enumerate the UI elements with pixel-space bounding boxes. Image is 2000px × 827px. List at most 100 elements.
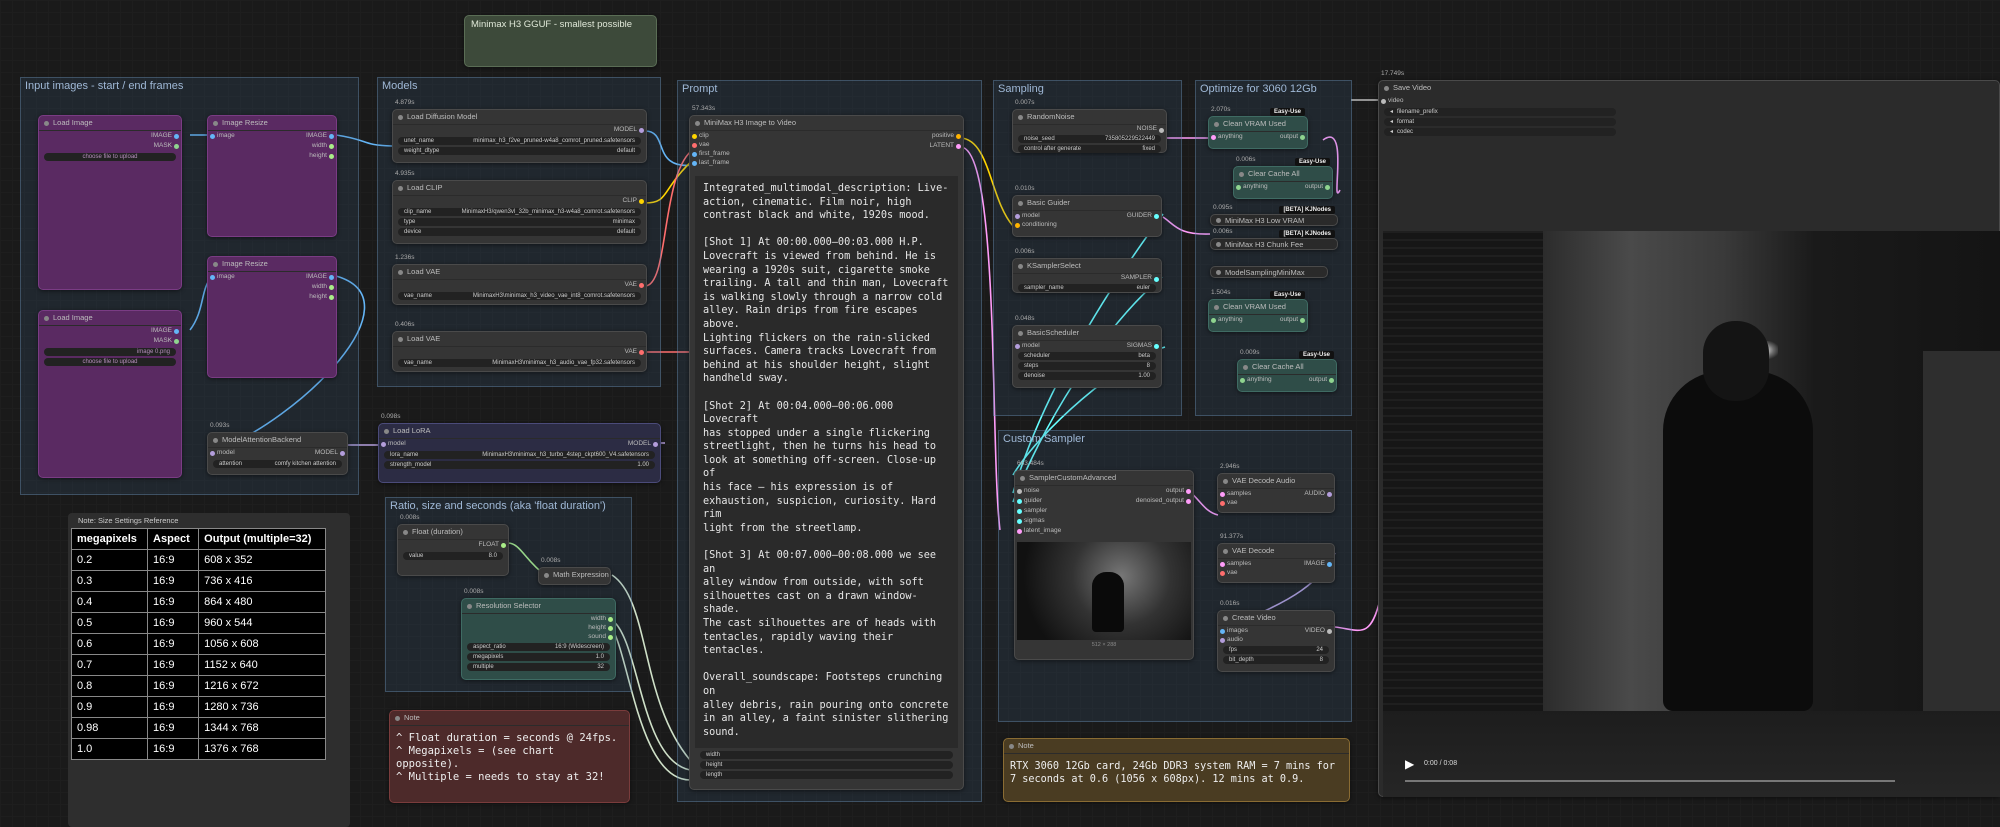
slot-pin-icon[interactable]	[956, 144, 961, 149]
input-images[interactable]: images VIDEO	[1218, 626, 1334, 635]
play-icon[interactable]: ▶	[1405, 757, 1414, 771]
multiple-widget[interactable]: multiple 32	[467, 663, 610, 671]
video-scrubber[interactable]	[1405, 780, 1895, 782]
minimax-low-vram-node[interactable]: 0.095s [BETA] KJNodes MiniMax H3 Low VRA…	[1210, 204, 1338, 226]
output-positive[interactable]: positive	[932, 131, 963, 140]
output-image[interactable]: IMAGE	[208, 272, 336, 282]
sampler-custom-advanced-node[interactable]: 663.484s SamplerCustomAdvanced noise gui…	[1014, 460, 1194, 660]
collapse-dot-icon[interactable]	[384, 429, 389, 434]
slot-pin-icon[interactable]	[1211, 318, 1216, 323]
load-vae-node-1[interactable]: 1.236s Load VAE VAE vae_name MinimaxH3\mi…	[392, 254, 647, 305]
input-vae[interactable]: vae	[690, 140, 709, 149]
input-conditioning[interactable]: conditioning	[1013, 220, 1161, 229]
codec-widget[interactable]: ◂ codec	[1384, 128, 1616, 136]
slot-pin-icon[interactable]	[692, 161, 697, 166]
length-input[interactable]: length	[700, 771, 953, 779]
slot-pin-icon[interactable]	[329, 154, 334, 159]
slot-pin-icon[interactable]	[1300, 135, 1305, 140]
output-width[interactable]: width	[462, 614, 615, 623]
collapse-dot-icon[interactable]	[1018, 264, 1023, 269]
clip-device-widget[interactable]: device default	[398, 228, 641, 236]
clip-type-widget[interactable]: type minimax	[398, 218, 641, 226]
collapse-dot-icon[interactable]	[398, 270, 403, 275]
image-selector[interactable]: image 0.png	[44, 348, 176, 356]
collapse-dot-icon[interactable]	[1216, 242, 1221, 247]
input-guider[interactable]: guider	[1015, 496, 1042, 506]
input-clip[interactable]: clip	[690, 131, 709, 140]
slot-pin-icon[interactable]	[210, 451, 215, 456]
input-sigmas[interactable]: sigmas	[1015, 516, 1045, 526]
collapse-dot-icon[interactable]	[398, 186, 403, 191]
slot-pin-icon[interactable]	[174, 134, 179, 139]
bit-depth-widget[interactable]: bit_depth 8	[1223, 656, 1329, 664]
clip-name-widget[interactable]: clip_name MinimaxH3/qwen3vl_32b_minimax_h…	[398, 208, 641, 216]
image-resize-node-1[interactable]: Image Resize image IMAGE width height	[207, 115, 337, 237]
collapse-dot-icon[interactable]	[213, 262, 218, 267]
slot-pin-icon[interactable]	[1300, 318, 1305, 323]
output-height[interactable]: height	[462, 623, 615, 632]
slot-pin-icon[interactable]	[1017, 489, 1022, 494]
vae-name-widget[interactable]: vae_name MinimaxH3\minimax_h3_video_vae_i…	[398, 292, 641, 300]
note-text[interactable]: RTX 3060 12Gb card, 24Gb DDR3 system RAM…	[1004, 754, 1349, 792]
input-anything[interactable]: anything output	[1238, 375, 1336, 385]
slot-pin-icon[interactable]	[639, 199, 644, 204]
denoise-widget[interactable]: denoise 1.00	[1018, 372, 1156, 380]
output-width[interactable]: width	[208, 282, 336, 292]
output-width[interactable]: width	[208, 141, 336, 151]
vae-name-widget[interactable]: vae_name MinimaxH3\minimax_h3_audio_vae_f…	[398, 359, 641, 367]
format-widget[interactable]: ◂ format	[1384, 118, 1616, 126]
slot-pin-icon[interactable]	[1220, 638, 1225, 643]
collapse-dot-icon[interactable]	[1223, 616, 1228, 621]
model-sampling-minimax-node[interactable]: ModelSamplingMiniMax	[1210, 266, 1328, 278]
slot-pin-icon[interactable]	[639, 283, 644, 288]
slot-pin-icon[interactable]	[1017, 529, 1022, 534]
load-image-node-2[interactable]: Load Image IMAGE MASK image 0.png choose…	[38, 310, 182, 478]
slot-pin-icon[interactable]	[1015, 223, 1020, 228]
input-vae[interactable]: vae	[1218, 498, 1334, 507]
slot-pin-icon[interactable]	[329, 295, 334, 300]
slot-pin-icon[interactable]	[501, 543, 506, 548]
slot-pin-icon[interactable]	[608, 626, 613, 631]
basic-guider-node[interactable]: 0.010s Basic Guider model GUIDER conditio…	[1012, 185, 1162, 237]
slot-pin-icon[interactable]	[340, 451, 345, 456]
collapse-dot-icon[interactable]	[1018, 115, 1023, 120]
collapse-dot-icon[interactable]	[44, 316, 49, 321]
input-sampler[interactable]: sampler	[1015, 506, 1047, 516]
output-denoised[interactable]: denoised_output	[1136, 496, 1193, 506]
slot-pin-icon[interactable]	[1327, 562, 1332, 567]
collapse-dot-icon[interactable]	[1018, 331, 1023, 336]
input-last-frame[interactable]: last_frame	[690, 158, 729, 167]
slot-pin-icon[interactable]	[692, 152, 697, 157]
slot-pin-icon[interactable]	[1327, 492, 1332, 497]
prompt-textarea[interactable]: Integrated_multimodal_description: Live-…	[695, 176, 958, 748]
image-resize-node-2[interactable]: Image Resize image IMAGE width height	[207, 256, 337, 378]
resolution-selector-node[interactable]: 0.008s Resolution Selector width height …	[461, 588, 616, 680]
clear-cache-node-2[interactable]: 0.009s Easy-Use Clear Cache All anything…	[1237, 349, 1337, 392]
output-clip[interactable]: CLIP	[393, 196, 646, 206]
load-image-node-1[interactable]: Load Image IMAGE MASK choose file to upl…	[38, 115, 182, 290]
vae-decode-node[interactable]: 91.377s VAE Decode samples IMAGE vae	[1217, 533, 1335, 583]
slot-pin-icon[interactable]	[1017, 509, 1022, 514]
slot-pin-icon[interactable]	[653, 442, 658, 447]
input-anything[interactable]: anything output	[1209, 132, 1307, 142]
slot-pin-icon[interactable]	[1017, 499, 1022, 504]
slot-pin-icon[interactable]	[1015, 214, 1020, 219]
filename-prefix-widget[interactable]: ◂ filename_prefix	[1384, 108, 1616, 116]
collapse-dot-icon[interactable]	[213, 438, 218, 443]
collapse-dot-icon[interactable]	[1009, 744, 1014, 749]
math-expression-node[interactable]: 0.008s Math Expression	[538, 557, 611, 585]
output-vae[interactable]: VAE	[393, 280, 646, 290]
load-diffusion-model-node[interactable]: 4.879s Load Diffusion Model MODEL unet_n…	[392, 99, 647, 163]
height-input[interactable]: height	[700, 761, 953, 769]
slot-pin-icon[interactable]	[1154, 277, 1159, 282]
unet-name-widget[interactable]: unet_name minimax_h3_f2ve_pruned-w4a8_com…	[398, 137, 641, 145]
output-height[interactable]: height	[208, 151, 336, 161]
float-duration-node[interactable]: 0.008s Float (duration) FLOAT value 8.0	[397, 514, 509, 576]
collapse-dot-icon[interactable]	[398, 115, 403, 120]
input-model[interactable]: model GUIDER	[1013, 211, 1161, 220]
collapse-dot-icon[interactable]	[1216, 218, 1221, 223]
slot-pin-icon[interactable]	[329, 134, 334, 139]
slot-pin-icon[interactable]	[329, 144, 334, 149]
slot-pin-icon[interactable]	[1211, 135, 1216, 140]
create-video-node[interactable]: 0.016s Create Video images VIDEO audio fp…	[1217, 600, 1335, 672]
